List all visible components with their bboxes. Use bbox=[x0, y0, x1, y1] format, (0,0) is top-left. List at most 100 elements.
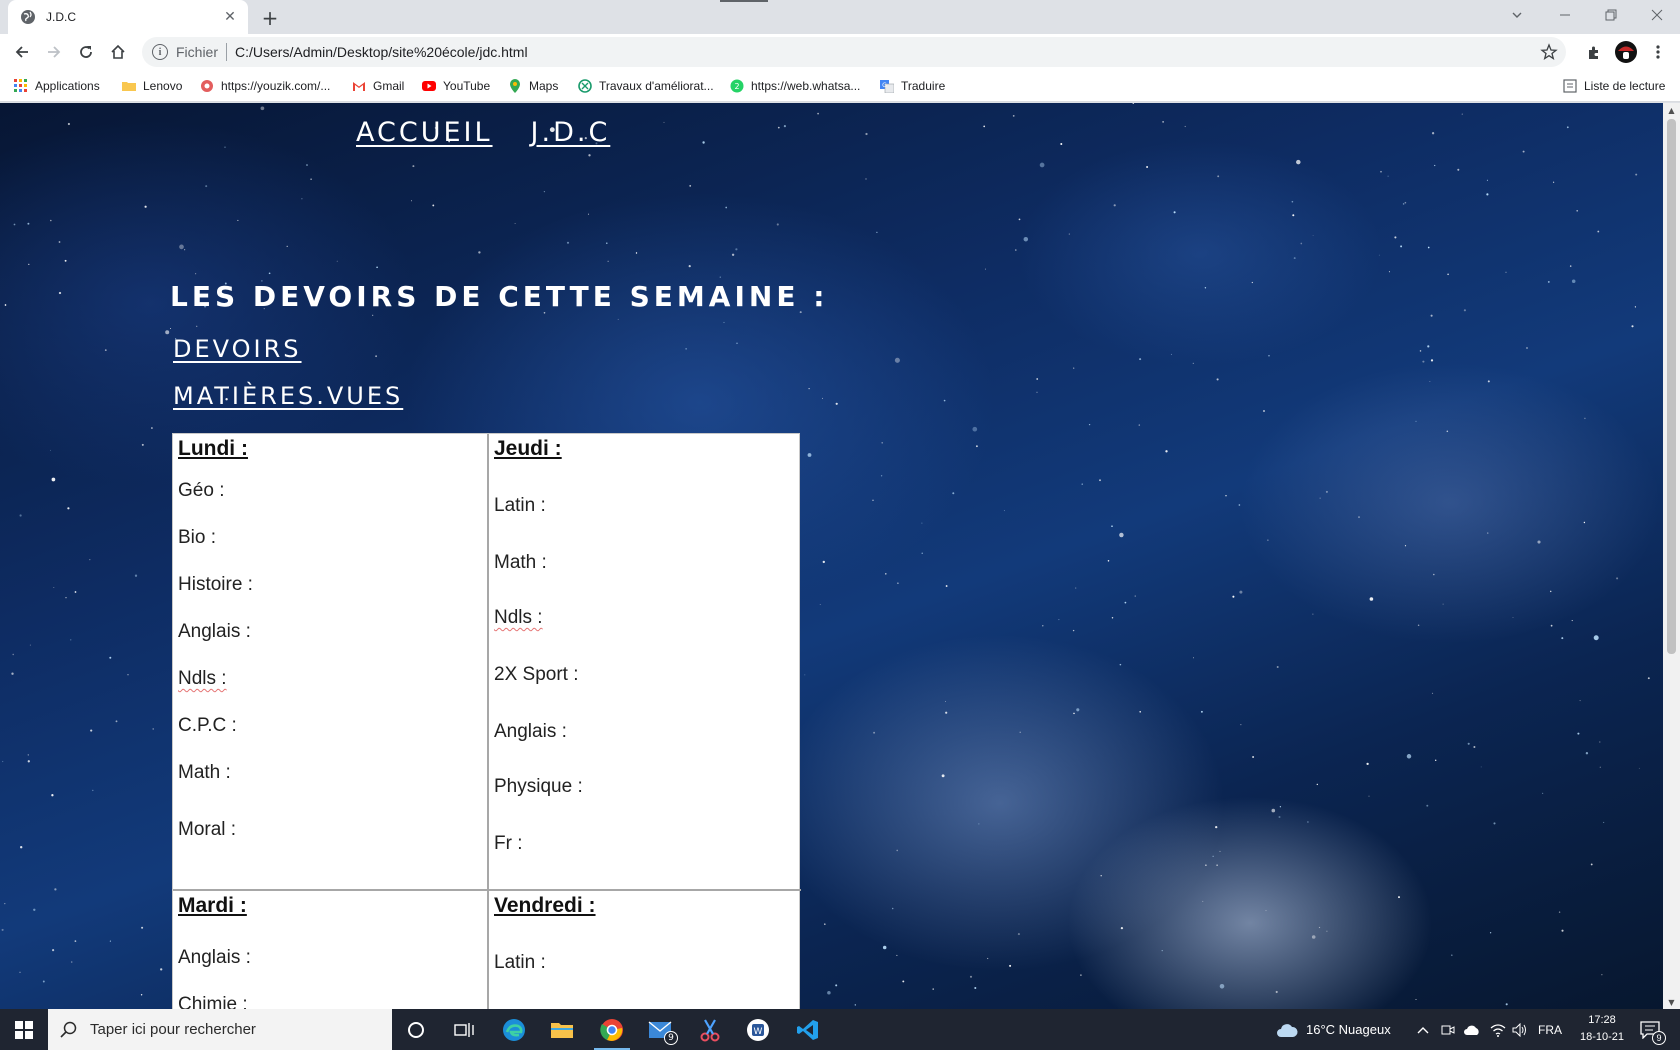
subject-label: Bio : bbox=[178, 527, 217, 548]
close-tab-icon[interactable]: ✕ bbox=[222, 9, 238, 25]
snip-tool-icon[interactable] bbox=[686, 1009, 734, 1050]
scroll-up-arrow-icon[interactable]: ▲ bbox=[1663, 103, 1680, 117]
tab-title: J.D.C bbox=[46, 10, 76, 24]
bookmark-travaux[interactable]: Travaux d'améliorat... bbox=[578, 76, 714, 96]
scrollbar-thumb[interactable] bbox=[1667, 119, 1676, 654]
star bbox=[1009, 964, 1012, 967]
star bbox=[1225, 495, 1227, 497]
bookmark-youtube[interactable]: YouTube bbox=[422, 76, 490, 96]
star bbox=[50, 219, 52, 222]
star bbox=[1138, 424, 1141, 426]
star bbox=[804, 674, 806, 676]
link-devoirs[interactable]: DEVOIRS bbox=[173, 335, 302, 363]
star bbox=[196, 325, 198, 327]
page-scrollbar[interactable]: ▲ ▼ bbox=[1663, 103, 1680, 1009]
star bbox=[109, 656, 112, 659]
bookmark-traduire[interactable]: G Traduire bbox=[880, 76, 945, 96]
wifi-icon[interactable] bbox=[1490, 1009, 1506, 1050]
star bbox=[776, 223, 779, 226]
star bbox=[1434, 164, 1436, 167]
star bbox=[921, 522, 923, 524]
star bbox=[1505, 271, 1507, 273]
subject-label: Math : bbox=[494, 552, 547, 573]
star bbox=[1216, 864, 1218, 866]
mail-icon[interactable]: 9 bbox=[636, 1009, 684, 1050]
star bbox=[1239, 590, 1243, 594]
star bbox=[1170, 353, 1172, 355]
show-hidden-icons-chevron-icon[interactable] bbox=[1417, 1009, 1429, 1050]
star bbox=[731, 253, 735, 256]
star bbox=[1111, 617, 1114, 619]
cell-monday: Lundi : Géo : Bio : Histoire : Anglais :… bbox=[173, 434, 487, 889]
bookmark-youzik[interactable]: https://youzik.com/... bbox=[200, 76, 330, 96]
bookmark-gmail[interactable]: Gmail bbox=[352, 76, 404, 96]
task-view-icon[interactable] bbox=[440, 1009, 488, 1050]
home-icon[interactable] bbox=[104, 38, 132, 66]
close-window-icon[interactable] bbox=[1634, 0, 1680, 30]
star bbox=[170, 328, 171, 329]
star bbox=[2, 760, 4, 763]
subject-label: Latin : bbox=[494, 952, 546, 973]
back-arrow-icon[interactable] bbox=[8, 38, 36, 66]
star bbox=[835, 984, 838, 987]
notifications-icon[interactable]: 9 bbox=[1640, 1009, 1666, 1050]
file-explorer-icon[interactable] bbox=[538, 1009, 586, 1050]
forward-arrow-icon[interactable] bbox=[40, 38, 68, 66]
star bbox=[822, 397, 823, 399]
address-bar[interactable]: i Fichier C:/Users/Admin/Desktop/site%20… bbox=[142, 37, 1566, 67]
url-text[interactable]: C:/Users/Admin/Desktop/site%20école/jdc.… bbox=[235, 44, 528, 60]
taskbar-clock[interactable]: 17:28 18-10-21 bbox=[1566, 1012, 1638, 1046]
star bbox=[205, 185, 208, 188]
star bbox=[808, 387, 810, 390]
star bbox=[1212, 855, 1214, 857]
star bbox=[1036, 378, 1039, 380]
bookmark-star-icon[interactable] bbox=[1540, 43, 1558, 61]
volume-icon[interactable] bbox=[1512, 1009, 1528, 1050]
cortana-icon[interactable] bbox=[392, 1009, 440, 1050]
word-app-icon[interactable]: W bbox=[734, 1009, 782, 1050]
star bbox=[58, 291, 62, 295]
link-matieres-vues[interactable]: MATIÈRES.VUES bbox=[173, 382, 403, 410]
edge-icon[interactable] bbox=[490, 1009, 538, 1050]
tab-search-icon[interactable] bbox=[1494, 0, 1540, 30]
menu-kebab-icon[interactable] bbox=[1644, 38, 1672, 66]
bookmark-applications[interactable]: Applications bbox=[14, 76, 100, 96]
minimize-icon[interactable] bbox=[1542, 0, 1588, 30]
bookmark-maps[interactable]: Maps bbox=[508, 76, 558, 96]
info-icon[interactable]: i bbox=[152, 44, 168, 60]
reading-list[interactable]: Liste de lecture bbox=[1563, 76, 1665, 96]
star bbox=[1296, 159, 1301, 165]
chrome-icon[interactable] bbox=[588, 1009, 636, 1050]
windows-start-icon[interactable] bbox=[0, 1009, 48, 1050]
restore-icon[interactable] bbox=[1588, 0, 1634, 30]
star bbox=[1394, 236, 1397, 239]
new-tab-button[interactable]: + bbox=[258, 6, 282, 30]
star bbox=[1561, 929, 1564, 932]
weather-widget[interactable]: 16°C Nuageux bbox=[1276, 1009, 1391, 1050]
star bbox=[827, 990, 831, 995]
star bbox=[1522, 150, 1525, 153]
star bbox=[165, 330, 170, 335]
star bbox=[685, 348, 687, 350]
extensions-icon[interactable] bbox=[1580, 38, 1608, 66]
language-indicator[interactable]: FRA bbox=[1538, 1009, 1562, 1050]
bookmark-whatsapp[interactable]: 2 https://web.whatsa... bbox=[730, 76, 860, 96]
nav-link-jdc[interactable]: J.D.C bbox=[531, 117, 611, 148]
scroll-down-arrow-icon[interactable]: ▼ bbox=[1663, 995, 1680, 1009]
nav-link-accueil[interactable]: ACCUEIL bbox=[356, 117, 493, 148]
taskbar-search[interactable]: Taper ici pour rechercher bbox=[48, 1009, 392, 1050]
star bbox=[1058, 619, 1060, 621]
svg-text:2: 2 bbox=[734, 82, 739, 91]
bookmark-lenovo[interactable]: Lenovo bbox=[122, 76, 182, 96]
bookmark-label: https://web.whatsa... bbox=[751, 79, 861, 93]
star bbox=[1487, 380, 1490, 383]
onedrive-icon[interactable] bbox=[1463, 1009, 1481, 1050]
meet-now-icon[interactable] bbox=[1441, 1009, 1455, 1050]
star bbox=[1139, 711, 1141, 713]
star bbox=[1400, 245, 1403, 248]
profile-avatar[interactable] bbox=[1612, 38, 1640, 66]
bookmark-label: Gmail bbox=[373, 79, 405, 93]
reload-icon[interactable] bbox=[72, 38, 100, 66]
vscode-icon[interactable] bbox=[784, 1009, 832, 1050]
browser-tab[interactable]: J.D.C ✕ bbox=[8, 0, 248, 34]
